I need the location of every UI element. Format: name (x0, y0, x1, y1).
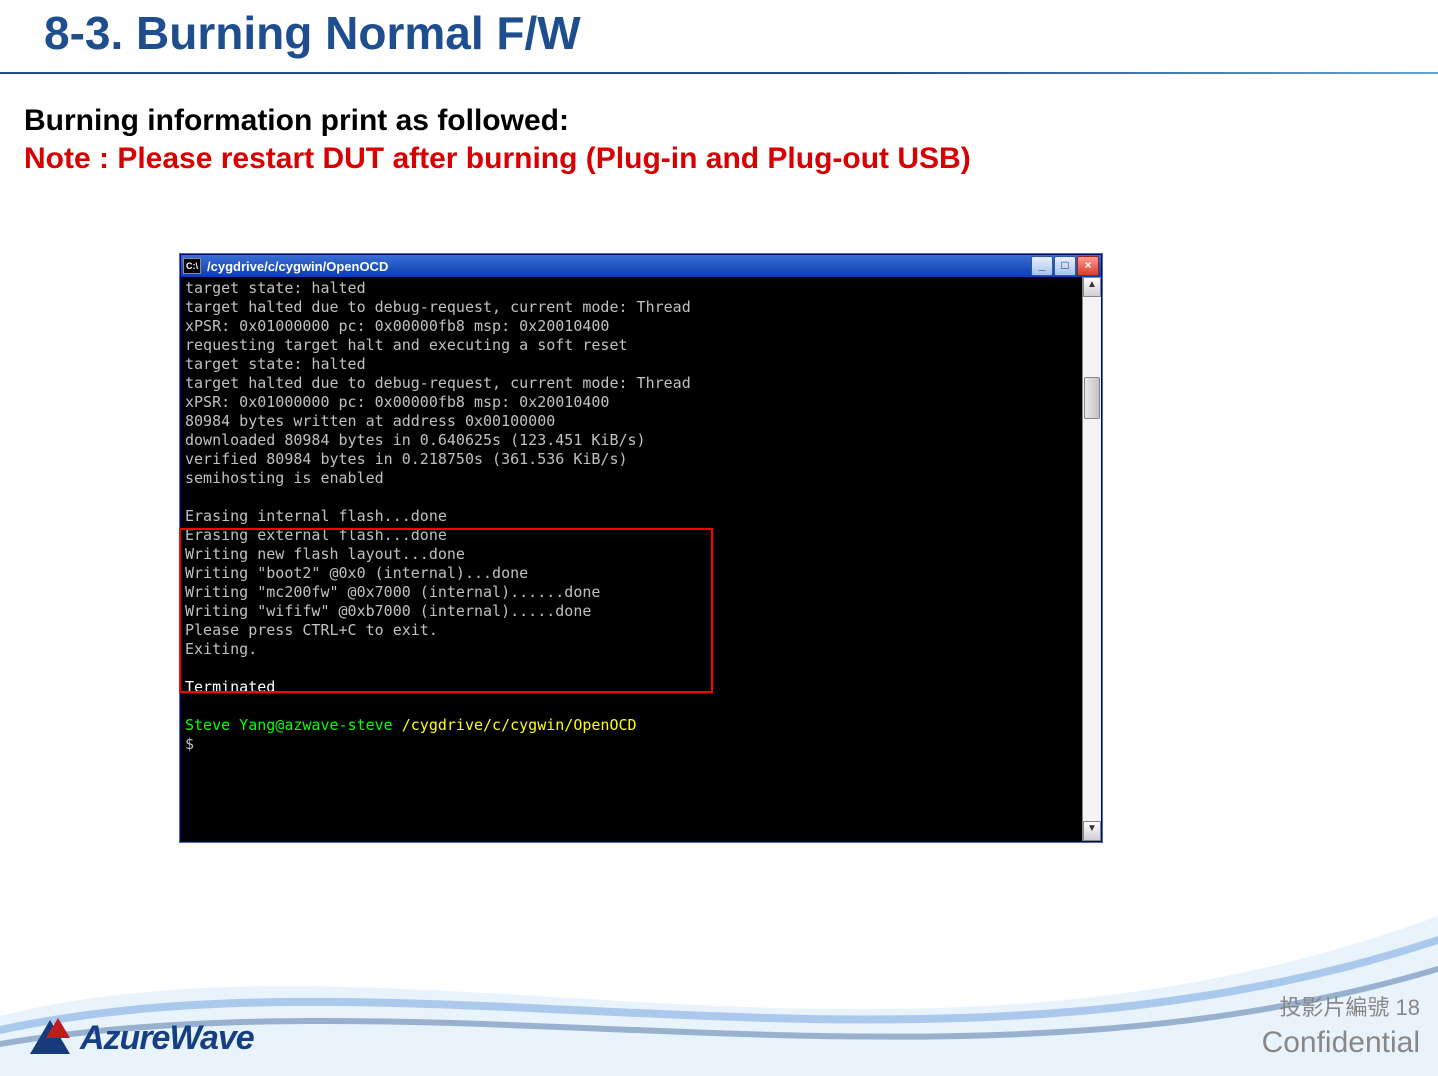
brand-logo: AzureWave (28, 1018, 254, 1058)
scroll-track[interactable] (1083, 297, 1101, 821)
console-body-wrap: target state: halted target halted due t… (181, 277, 1101, 841)
logo-text: AzureWave (80, 1019, 254, 1058)
maximize-button[interactable]: □ (1054, 256, 1076, 276)
console-terminated-line: Terminated (185, 678, 275, 696)
console-prompt-path: /cygdrive/c/cygwin/OpenOCD (402, 716, 637, 734)
console-title-text: /cygdrive/c/cygwin/OpenOCD (207, 259, 1030, 274)
console-window: C:\ /cygdrive/c/cygwin/OpenOCD _ □ × tar… (180, 254, 1102, 842)
console-prompt-dollar: $ (185, 735, 194, 753)
cmd-icon: C:\ (183, 258, 201, 274)
console-titlebar[interactable]: C:\ /cygdrive/c/cygwin/OpenOCD _ □ × (181, 255, 1101, 277)
body-line: Burning information print as followed: (24, 102, 569, 140)
console-highlighted-lines: Erasing internal flash...done Erasing ex… (185, 507, 600, 658)
slide-title: 8-3. Burning Normal F/W (44, 6, 581, 60)
note-line: Note : Please restart DUT after burning … (24, 140, 971, 178)
scroll-up-button[interactable]: ▲ (1083, 277, 1101, 297)
slide-number: 投影片編號 18 (1279, 990, 1420, 1022)
logo-mark-icon (28, 1018, 74, 1058)
console-pre-lines: target state: halted target halted due t… (185, 279, 691, 487)
scroll-thumb[interactable] (1084, 377, 1100, 419)
window-buttons: _ □ × (1030, 256, 1099, 276)
console-prompt-user: Steve Yang@azwave-steve (185, 716, 402, 734)
title-underline (0, 72, 1438, 74)
minimize-button[interactable]: _ (1031, 256, 1053, 276)
console-output[interactable]: target state: halted target halted due t… (181, 277, 1082, 841)
scroll-down-button[interactable]: ▼ (1083, 821, 1101, 841)
close-button[interactable]: × (1077, 256, 1099, 276)
console-scrollbar[interactable]: ▲ ▼ (1082, 277, 1101, 841)
confidential-label: Confidential (1262, 1026, 1420, 1060)
